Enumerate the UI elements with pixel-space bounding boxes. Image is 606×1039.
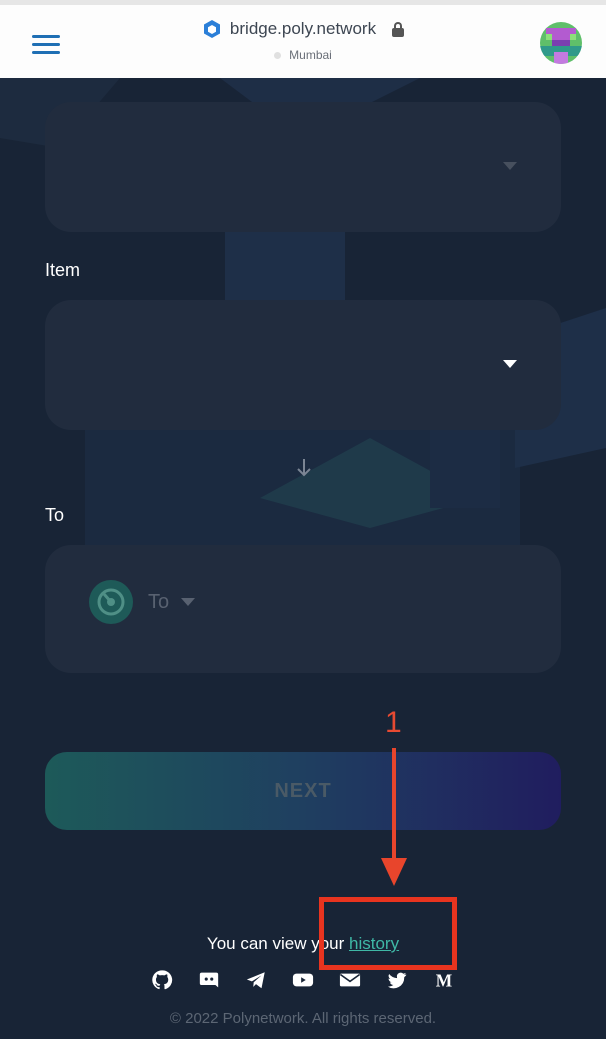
url-text: bridge.poly.network: [229, 19, 377, 38]
chevron-down-icon: [181, 598, 196, 606]
medium-icon[interactable]: M: [432, 968, 456, 992]
item-label: Item: [45, 260, 81, 280]
next-button[interactable]: NEXT: [45, 752, 561, 830]
browser-bar: bridge.poly.network Mumbai: [0, 0, 606, 78]
email-icon[interactable]: [338, 968, 362, 992]
github-icon[interactable]: [150, 968, 174, 992]
copyright-text: © 2022 Polynetwork. All rights reserved.: [169, 1010, 437, 1027]
history-text: You can view your history: [0, 934, 606, 954]
annotation-highlight-box: [319, 897, 457, 970]
discord-icon[interactable]: [197, 968, 221, 992]
svg-text:M: M: [436, 970, 452, 990]
network-name: Mumbai: [289, 48, 332, 62]
twitter-icon[interactable]: [385, 968, 409, 992]
to-label: To: [45, 505, 65, 525]
chevron-down-icon: [503, 360, 517, 368]
next-button-label: NEXT: [274, 779, 332, 802]
bridge-form: Item To To NEXT 1 You can view your hist…: [0, 78, 606, 1039]
annotation-arrow-head: [381, 858, 407, 886]
to-chain-select[interactable]: To: [45, 545, 561, 673]
avatar[interactable]: [540, 22, 582, 64]
annotation-arrow-line: [392, 748, 396, 858]
telegram-icon[interactable]: [244, 968, 268, 992]
to-chain-placeholder: To: [148, 590, 170, 613]
item-select[interactable]: [45, 300, 561, 430]
from-chain-select[interactable]: [45, 102, 561, 232]
site-logo-icon: [203, 20, 220, 38]
chevron-down-icon: [503, 162, 517, 170]
social-links: M: [150, 968, 456, 992]
annotation-number: 1: [385, 706, 402, 739]
lock-icon: [392, 22, 405, 37]
network-status-dot: [274, 51, 282, 59]
address-area[interactable]: bridge.poly.network Mumbai: [0, 19, 606, 64]
chain-icon: [89, 580, 133, 624]
arrow-down-icon[interactable]: [295, 458, 313, 478]
youtube-icon[interactable]: [291, 968, 315, 992]
